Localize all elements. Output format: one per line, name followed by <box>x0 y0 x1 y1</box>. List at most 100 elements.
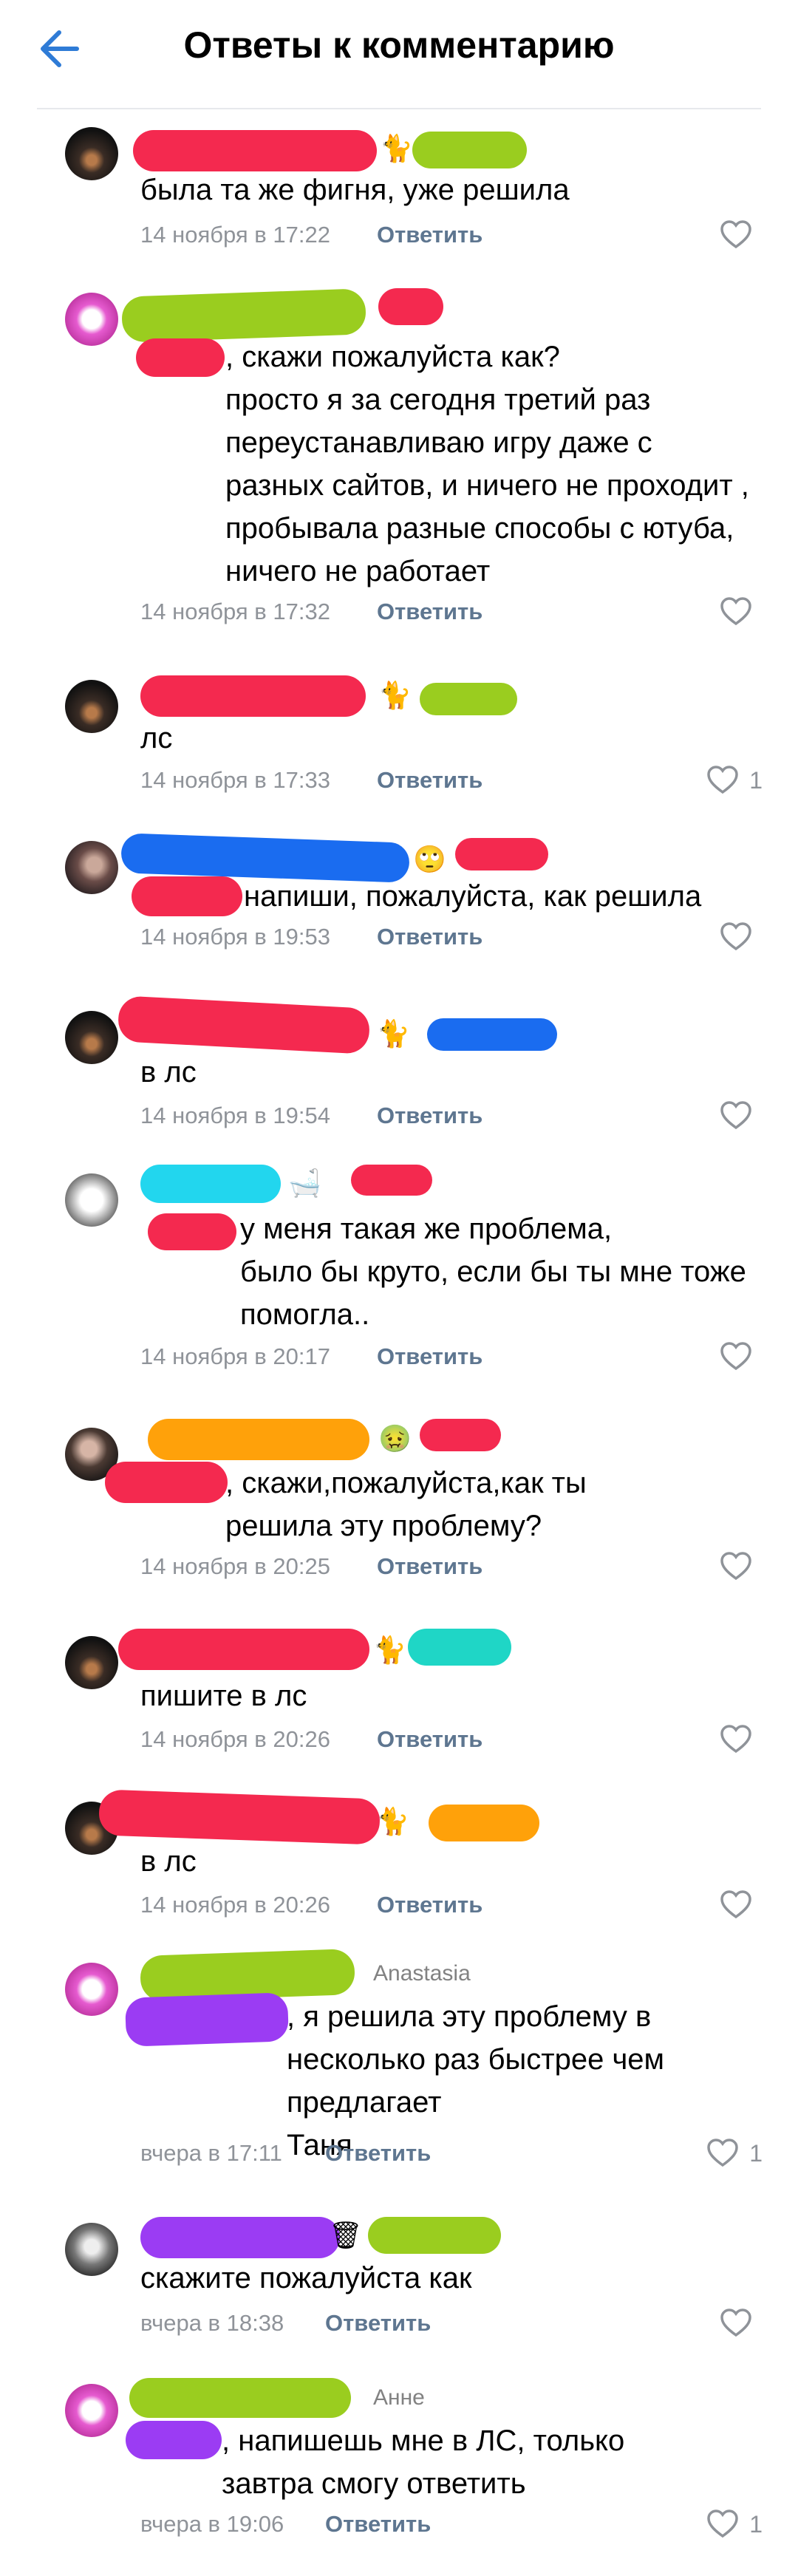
mention-redacted[interactable] <box>132 876 242 916</box>
nauseated-face-emoji-icon: 🤢 <box>378 1423 412 1454</box>
mention-redacted[interactable] <box>105 1462 228 1503</box>
reply-button[interactable]: Ответить <box>377 1552 482 1581</box>
comment-date: 14 ноября в 19:54 <box>140 1103 330 1128</box>
comment-date: 14 ноября в 17:22 <box>140 222 330 248</box>
comment: 🐈 была та же фигня, уже решила 14 ноября… <box>0 127 798 253</box>
comment: 🤢 , скажи,пожалуйста,как ты решила эту п… <box>0 1419 798 1596</box>
comment: 🐈 пишите в лс 14 ноября в 20:26 Ответить <box>0 1626 798 1754</box>
like-button[interactable]: 1 <box>706 2139 763 2168</box>
author-name-redacted[interactable] <box>129 2378 358 2421</box>
like-button[interactable]: 1 <box>706 2509 763 2539</box>
avatar[interactable] <box>65 1963 118 2016</box>
like-button[interactable] <box>720 922 763 952</box>
like-count: 1 <box>749 2510 763 2538</box>
author-name-redacted[interactable]: 🗑 <box>140 2217 510 2260</box>
comment-text: пишите в лс <box>140 1680 307 1712</box>
comment-date: 14 ноября в 20:17 <box>140 1343 330 1369</box>
comment: 🛁 у меня такая же проблема, было бы крут… <box>0 1165 798 1386</box>
mention-redacted[interactable] <box>126 2421 222 2459</box>
reply-button[interactable]: Ответить <box>325 2139 431 2168</box>
reply-button[interactable]: Ответить <box>377 922 482 952</box>
comment-date: 14 ноября в 20:26 <box>140 1726 330 1752</box>
comment-text: , скажи пожалуйста как? просто я за сего… <box>225 341 749 587</box>
mention-redacted[interactable] <box>148 1213 236 1250</box>
comment-text: скажите пожалуйста как <box>140 2262 472 2294</box>
reply-button[interactable]: Ответить <box>377 597 482 627</box>
heart-icon <box>720 1890 751 1919</box>
reply-button[interactable]: Ответить <box>325 2308 431 2338</box>
mention-redacted[interactable] <box>136 338 225 377</box>
author-name-redacted[interactable]: 🐈 <box>133 127 547 171</box>
author-name-redacted[interactable]: 🐈 <box>118 1626 517 1670</box>
comment-text: , скажи,пожалуйста,как ты решила эту про… <box>225 1467 587 1542</box>
avatar[interactable] <box>65 2384 118 2437</box>
author-name-redacted[interactable]: 🐈 <box>117 995 562 1054</box>
heart-icon <box>720 597 751 626</box>
like-button[interactable] <box>720 1342 763 1372</box>
heart-icon <box>720 220 751 249</box>
heart-icon <box>707 2509 738 2538</box>
heart-icon <box>707 766 738 794</box>
author-name-redacted[interactable]: 🤢 <box>148 1419 517 1462</box>
comment-date: вчера в 18:38 <box>140 2310 284 2336</box>
comment: 🙄 напиши, пожалуйста, как решила 14 нояб… <box>0 833 798 956</box>
reply-to-name[interactable]: Анне <box>373 2376 425 2419</box>
heart-icon <box>707 2139 738 2167</box>
author-name-redacted[interactable]: 🐈 <box>98 1789 557 1845</box>
reply-to-name[interactable]: Anastasia <box>373 1952 471 1995</box>
like-button[interactable]: 1 <box>706 766 763 795</box>
like-button[interactable] <box>720 1101 763 1131</box>
bathtub-emoji-icon: 🛁 <box>288 1168 321 1198</box>
comment: 🐈 в лс 14 ноября в 19:54 Ответить <box>0 995 798 1130</box>
like-button[interactable] <box>720 1725 763 1754</box>
heart-icon <box>720 1552 751 1581</box>
reply-button[interactable]: Ответить <box>377 1725 482 1754</box>
avatar[interactable] <box>65 127 118 180</box>
heart-icon <box>720 922 751 951</box>
avatar[interactable] <box>65 293 118 346</box>
cat-emoji-icon: 🐈 <box>373 1635 406 1665</box>
reply-button[interactable]: Ответить <box>377 1101 482 1131</box>
header-divider <box>37 108 761 109</box>
avatar[interactable] <box>65 680 118 733</box>
comment-text: в лс <box>140 1845 197 1878</box>
author-name-redacted[interactable]: 🛁 <box>140 1165 451 1207</box>
like-button[interactable] <box>720 597 763 627</box>
author-name-redacted[interactable] <box>121 288 462 343</box>
avatar[interactable] <box>65 1173 118 1227</box>
reply-button[interactable]: Ответить <box>377 766 482 795</box>
comment: 🐈 в лс 14 ноября в 20:26 Ответить <box>0 1789 798 1919</box>
avatar[interactable] <box>65 1011 118 1064</box>
avatar[interactable] <box>65 2223 118 2276</box>
avatar[interactable] <box>65 841 118 894</box>
comment: , скажи пожалуйста как? просто я за сего… <box>0 288 798 633</box>
author-name-redacted[interactable]: 🐈 <box>140 669 525 717</box>
reply-button[interactable]: Ответить <box>377 220 482 250</box>
heart-icon <box>720 1101 751 1130</box>
comment: Anastasia , я решила эту проблему в неск… <box>0 1948 798 2174</box>
avatar[interactable] <box>65 1636 118 1689</box>
reply-button[interactable]: Ответить <box>377 1890 482 1920</box>
comment: 🐈 лс 14 ноября в 17:33 Ответить 1 <box>0 669 798 794</box>
comment-date: 14 ноября в 19:53 <box>140 924 330 950</box>
heart-icon <box>720 2308 751 2337</box>
mention-redacted[interactable] <box>124 1992 290 2047</box>
cat-emoji-icon: 🐈 <box>376 1806 409 1836</box>
like-button[interactable] <box>720 1552 763 1581</box>
comment-date: 14 ноября в 17:33 <box>140 767 330 793</box>
comment-text: была та же фигня, уже решила <box>140 174 570 206</box>
like-count: 1 <box>749 2139 763 2167</box>
reply-button[interactable]: Ответить <box>377 1342 482 1372</box>
comment-date: 14 ноября в 20:25 <box>140 1553 330 1579</box>
comment-date: 14 ноября в 20:26 <box>140 1892 330 1918</box>
like-button[interactable] <box>720 220 763 250</box>
heart-icon <box>720 1342 751 1371</box>
cat-emoji-icon: 🐈 <box>380 133 413 163</box>
like-button[interactable] <box>720 1890 763 1920</box>
reply-button[interactable]: Ответить <box>325 2509 431 2539</box>
comment-text: , напишешь мне в ЛС, только завтра смогу… <box>222 2425 625 2500</box>
like-button[interactable] <box>720 2308 763 2338</box>
comment-date: 14 ноября в 17:32 <box>140 599 330 624</box>
cat-emoji-icon: 🐈 <box>377 1018 410 1049</box>
author-name-redacted[interactable] <box>140 1948 362 2003</box>
